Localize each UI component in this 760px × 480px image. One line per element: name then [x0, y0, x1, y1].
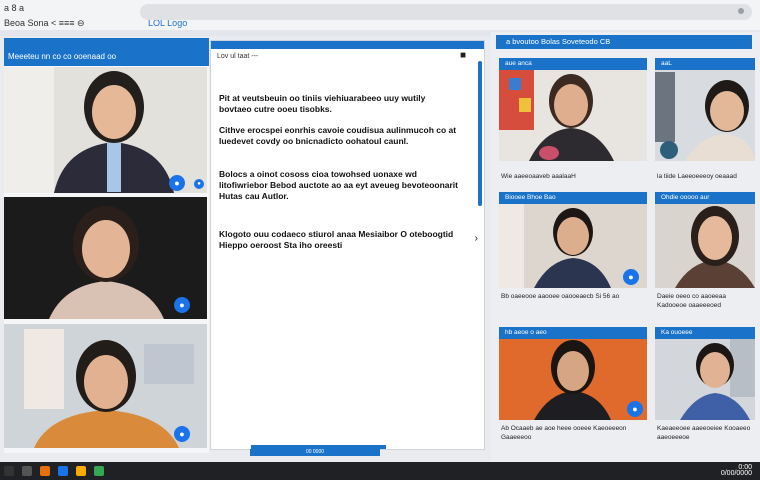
gallery-tile-6[interactable]: Ka ouoeee — [655, 327, 755, 420]
document-title: Lov ul taat --- — [217, 53, 259, 60]
document-paragraph-1: Pit at veutsbeuin oo tiniis viehiuarabee… — [219, 93, 426, 114]
gallery-caption-row3-left: Ab Ocaaeb ae aoe heee ooeee Kaeoeeeon Ga… — [501, 425, 627, 441]
browser-toolbar: a 8 a Beoa Sona < ≡≡≡ ⊖ LOL Logo — [0, 0, 760, 30]
participant-badge-icon[interactable]: ● — [627, 401, 643, 417]
gallery-tile-caption: Ka ouoeee — [655, 327, 755, 339]
gallery-title: a bvoutoo Bolas Soveteodo CB — [496, 35, 752, 49]
taskbar: 0:00 0/00/0000 — [0, 462, 760, 480]
gallery-tile-caption: Ohdie ooooo aur — [655, 192, 755, 204]
participant-badge-icon[interactable]: ● — [174, 426, 190, 442]
gallery-tile-caption: aaL — [655, 58, 755, 70]
participant-badge-icon[interactable]: ● — [174, 297, 190, 313]
participant-video-4 — [499, 58, 647, 161]
gallery-tile-4[interactable]: Ohdie ooooo aur — [655, 192, 755, 288]
document-scrollbar[interactable] — [478, 61, 482, 206]
gallery-caption-row3-right: Kaeaeeoee aaeeoeiee Kooaeeo aaeoeeeoe — [657, 425, 751, 441]
shared-document[interactable]: Lov ul taat --- ■ Pit at veutsbeuin oo t… — [210, 40, 485, 450]
chat-icon[interactable] — [94, 466, 104, 476]
start-icon[interactable] — [4, 466, 14, 476]
gallery-tile-caption: aue anca — [499, 58, 647, 70]
search-icon[interactable] — [22, 466, 32, 476]
left-panel-title: Meeeteu nn co co ooenaad oo — [4, 48, 209, 66]
close-icon[interactable]: ■ — [460, 50, 466, 61]
video-tile-3[interactable]: ● — [4, 324, 207, 448]
chevron-right-icon[interactable]: › — [475, 233, 478, 244]
participant-video-7 — [655, 192, 755, 288]
document-header — [211, 41, 484, 49]
participant-badge-icon[interactable]: ● — [623, 269, 639, 285]
gallery-tile-2[interactable]: aaL — [655, 58, 755, 161]
document-paragraph-2: Cithve erocspei eonrhis cavoie coudisua … — [219, 125, 457, 146]
video-tile-2[interactable]: ● — [4, 197, 207, 319]
gallery-tile-3[interactable]: Biooee Bhoe Bao ● — [499, 192, 647, 288]
folder-icon[interactable] — [76, 466, 86, 476]
participant-gallery: a bvoutoo Bolas Soveteodo CB aue anca aa… — [491, 32, 760, 462]
document-paragraph-3: Bolocs a oinot cososs cioa towohsed uona… — [219, 169, 458, 201]
menu-icon[interactable] — [738, 8, 744, 14]
taskbar-clock[interactable]: 0:00 0/00/0000 — [720, 464, 752, 477]
participant-video-9 — [655, 327, 755, 420]
lower-status-bar: 00 0000 — [250, 449, 380, 456]
app-icon[interactable] — [40, 466, 50, 476]
participant-badge-icon[interactable]: ● — [169, 175, 185, 191]
gallery-caption-row2-left: Bb oaeeooe aaooee oaooeaecb Si 56 ao — [501, 293, 620, 300]
participant-video-5 — [655, 58, 755, 161]
browser-tabs-text[interactable]: Beoa Sona < ≡≡≡ ⊖ — [4, 18, 85, 29]
document-paragraph-4: Klogoto ouu codaeco stiurol anaa Mesiaib… — [219, 229, 454, 250]
gallery-tile-1[interactable]: aue anca — [499, 58, 647, 161]
mute-icon[interactable]: ● — [194, 179, 204, 189]
browser-icon[interactable] — [58, 466, 68, 476]
gallery-caption-row2-right: Daeie oeeo co aaoeeaa Kadooeoe oaaeeeoed — [657, 293, 727, 309]
gallery-caption-row1-left: Wie aaeeoaaveb aaalaaH — [501, 173, 576, 180]
address-bar[interactable] — [140, 4, 752, 20]
clock-date: 0/00/0000 — [720, 470, 752, 477]
gallery-tile-5[interactable]: hb aeoe o aeo ● — [499, 327, 647, 420]
gallery-tile-caption: Biooee Bhoe Bao — [499, 192, 647, 204]
gallery-caption-row1-right: la tiide Laeeoeeeoy oeaaad — [657, 173, 737, 180]
participant-video-8 — [499, 327, 647, 420]
browser-nav-text: a 8 a — [4, 3, 25, 13]
video-tile-1[interactable]: ● ● — [4, 67, 207, 193]
gallery-tile-caption: hb aeoe o aeo — [499, 327, 647, 339]
left-panel-header — [4, 38, 209, 48]
